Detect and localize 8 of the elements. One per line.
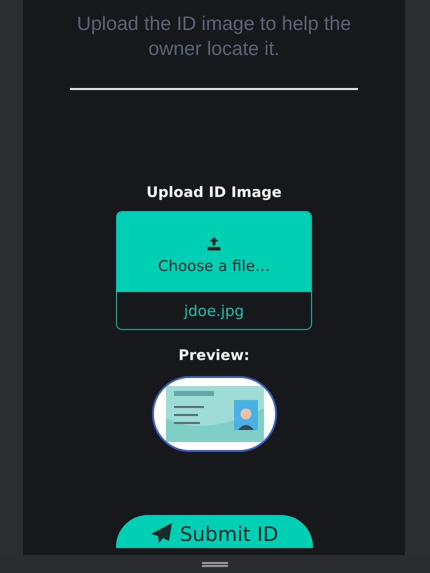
preview-label: Preview: [178, 348, 250, 364]
choose-file-button[interactable]: Choose a file… [117, 212, 311, 292]
submit-button[interactable]: Submit ID [116, 515, 312, 548]
upload-icon [207, 236, 221, 250]
send-icon [150, 522, 174, 544]
intro-text: Upload the ID image to help the owner locate it. [76, 12, 352, 62]
upload-label: Upload ID Image [146, 185, 282, 201]
handle-icon[interactable] [202, 562, 228, 566]
